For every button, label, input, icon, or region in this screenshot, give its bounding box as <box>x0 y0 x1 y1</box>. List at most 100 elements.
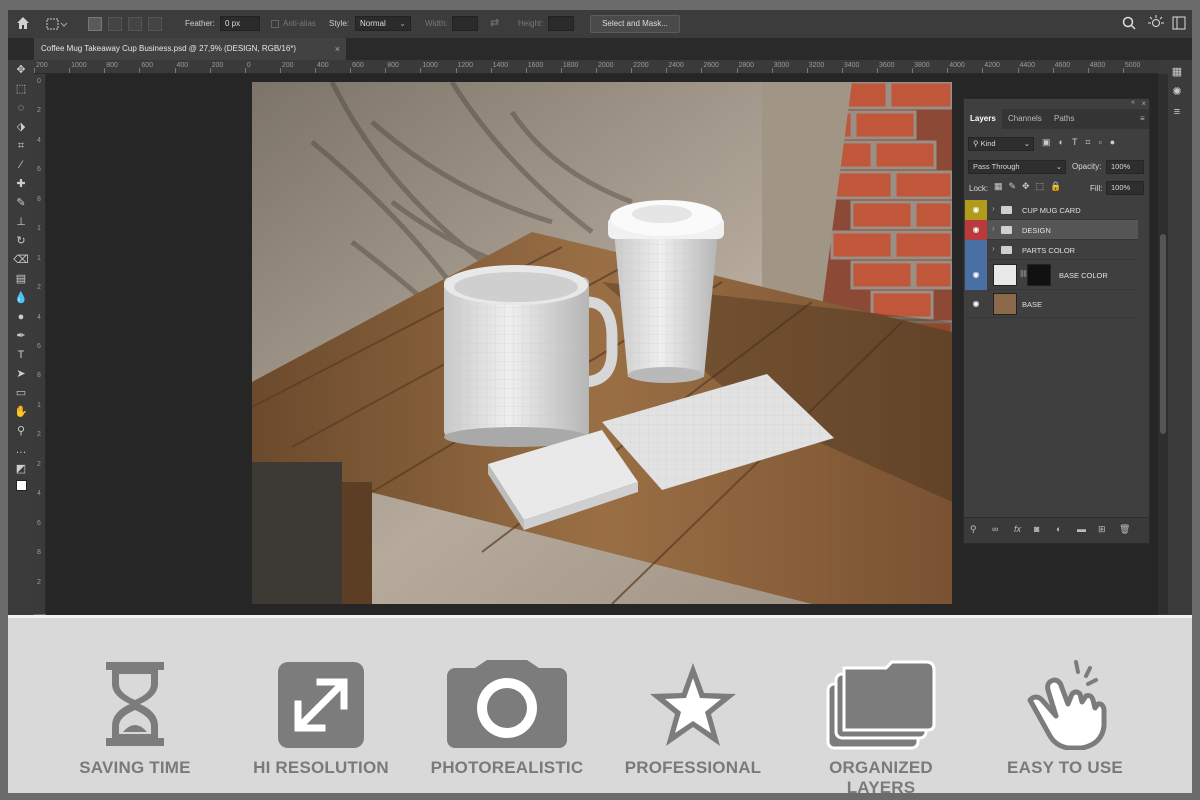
ruler-tick-label: 2 <box>37 460 41 468</box>
crop-tool-icon[interactable]: ⌗ <box>11 138 31 154</box>
layer-row-base[interactable]: ◉ BASE <box>965 290 1138 318</box>
folder-icon <box>1001 206 1012 214</box>
history-brush-icon[interactable]: ↻ <box>11 233 31 249</box>
default-colors-icon[interactable]: ◩ <box>11 461 31 477</box>
new-group-icon[interactable]: ▬ <box>1077 524 1086 534</box>
mug-mockup <box>444 265 618 447</box>
search-icon[interactable] <box>1122 16 1136 30</box>
ruler-tick-label: 800 <box>387 62 399 69</box>
workspace-icon[interactable] <box>1172 16 1186 30</box>
ruler-tick-label: 200 <box>281 62 294 69</box>
zoom-tool-icon[interactable]: ⚲ <box>11 423 31 439</box>
select-and-mask-button[interactable]: Select and Mask... <box>590 15 680 33</box>
layer-row-design[interactable]: ◉ › DESIGN <box>965 220 1138 240</box>
layer-filter-icons[interactable]: ▣◐T⌗▫● <box>1042 137 1142 151</box>
stamp-tool-icon[interactable]: ⊥ <box>11 214 31 230</box>
width-input[interactable] <box>452 16 478 31</box>
foreground-color-swatch[interactable] <box>11 480 31 496</box>
marquee-tool-icon[interactable]: ⬚ <box>11 81 31 97</box>
ruler-tick-label: 0 <box>246 62 251 69</box>
subtract-selection-button[interactable] <box>128 17 142 31</box>
fill-input[interactable]: 100% <box>1106 181 1144 195</box>
ruler-tick <box>736 68 738 73</box>
collapse-panel-icon[interactable]: « <box>1131 99 1135 106</box>
object-select-tool-icon[interactable]: ⬗ <box>11 119 31 135</box>
canvas-vertical-scrollbar[interactable] <box>1158 74 1168 614</box>
ruler-tick-label: 2400 <box>668 62 684 69</box>
chevron-right-icon[interactable]: › <box>992 224 995 233</box>
feature-saving-time: SAVING TIME <box>50 660 220 780</box>
feature-professional: PROFESSIONAL <box>608 660 778 780</box>
type-tool-icon[interactable]: T <box>11 347 31 363</box>
shape-tool-icon[interactable]: ▭ <box>11 385 31 401</box>
eyedropper-tool-icon[interactable]: ⁄ <box>11 157 31 173</box>
visibility-toggle-empty[interactable] <box>965 240 987 260</box>
hand-tool-icon[interactable]: ✋ <box>11 404 31 420</box>
close-icon[interactable]: × <box>335 38 340 60</box>
pen-tool-icon[interactable]: ✒ <box>11 328 31 344</box>
kind-filter-select[interactable]: ⚲ Kind ⌄ <box>968 137 1034 151</box>
fx-icon[interactable]: fx <box>1014 524 1021 534</box>
marquee-tool-preset-icon[interactable] <box>46 17 68 31</box>
document-tab[interactable]: Coffee Mug Takeaway Cup Business.psd @ 2… <box>34 38 346 60</box>
add-to-selection-button[interactable] <box>108 17 122 31</box>
eraser-tool-icon[interactable]: ⌫ <box>11 252 31 268</box>
options-bar: Feather: 0 px Anti-alias Style: Normal ⌄ … <box>8 10 1192 38</box>
add-mask-icon[interactable]: ◙ <box>1034 524 1039 534</box>
blur-tool-icon[interactable]: 💧 <box>11 290 31 306</box>
ruler-tick-label: 4 <box>37 136 41 144</box>
adjustment-layer-icon[interactable]: ◐ <box>1056 524 1061 534</box>
feature-hi-resolution: HI RESOLUTION <box>236 660 406 780</box>
more-tools-icon[interactable]: … <box>11 442 31 458</box>
ruler-tick-label: 8 <box>37 195 41 203</box>
chevron-right-icon[interactable]: › <box>992 244 995 253</box>
camera-icon <box>422 660 592 750</box>
intersect-selection-button[interactable] <box>148 17 162 31</box>
home-icon[interactable] <box>16 16 30 30</box>
height-input[interactable] <box>548 16 574 31</box>
new-selection-button[interactable] <box>88 17 102 31</box>
ruler-tick-label: 5000 <box>1124 62 1141 69</box>
blend-mode-select[interactable]: Pass Through ⌄ <box>968 160 1066 174</box>
chain-icon[interactable]: ∞ <box>992 524 998 534</box>
chevron-right-icon[interactable]: › <box>992 204 995 213</box>
healing-tool-icon[interactable]: ✚ <box>11 176 31 192</box>
ruler-tick <box>385 68 387 73</box>
layer-row-parts-color[interactable]: › PARTS COLOR <box>965 240 1138 260</box>
tab-channels[interactable]: Channels <box>1002 109 1048 129</box>
libraries-icon[interactable]: ≡ <box>1167 104 1187 120</box>
lock-icons[interactable]: ▦✎✥⬚🔒 <box>994 181 1067 192</box>
mockup-photo[interactable] <box>252 82 952 604</box>
layer-row-base-color[interactable]: ◉ ⛓ BASE COLOR <box>965 260 1138 290</box>
path-select-tool-icon[interactable]: ➤ <box>11 366 31 382</box>
brush-tool-icon[interactable]: ✎ <box>11 195 31 211</box>
visibility-eye-icon[interactable]: ◉ <box>965 220 987 240</box>
delete-layer-icon[interactable]: 🗑 <box>1119 524 1130 535</box>
dodge-tool-icon[interactable]: ● <box>11 309 31 325</box>
layer-row-cup-mug-card[interactable]: ◉ › CUP MUG CARD <box>965 200 1138 220</box>
antialias-checkbox[interactable]: Anti-alias <box>271 19 316 28</box>
style-select[interactable]: Normal ⌄ <box>355 16 411 31</box>
visibility-eye-icon[interactable]: ◉ <box>965 200 987 220</box>
gradient-tool-icon[interactable]: ▤ <box>11 271 31 287</box>
adjustments-icon[interactable]: ✺ <box>1167 84 1187 100</box>
visibility-eye-icon[interactable]: ◉ <box>965 290 987 318</box>
opacity-input[interactable]: 100% <box>1106 160 1144 174</box>
panel-close-icon[interactable]: × <box>1141 99 1146 108</box>
new-layer-icon[interactable]: ⊞ <box>1098 524 1106 535</box>
panel-menu-icon[interactable]: ≡ <box>1134 109 1151 129</box>
panel-grid-icon[interactable]: ▦ <box>1167 64 1187 80</box>
swap-icon[interactable]: ⇄ <box>490 16 499 29</box>
document-tab-title: Coffee Mug Takeaway Cup Business.psd @ 2… <box>41 44 297 53</box>
tab-layers[interactable]: Layers <box>964 109 1002 129</box>
feather-input[interactable]: 0 px <box>220 16 260 31</box>
visibility-eye-icon[interactable]: ◉ <box>965 260 987 290</box>
lasso-tool-icon[interactable]: ◌ <box>11 100 31 116</box>
discover-icon[interactable] <box>1148 15 1164 31</box>
link-layers-icon[interactable]: ⚲ <box>970 524 977 535</box>
move-tool-icon[interactable]: ✥ <box>11 62 31 78</box>
scrollbar-thumb[interactable] <box>1160 234 1166 434</box>
ruler-tick <box>806 68 808 73</box>
tab-paths[interactable]: Paths <box>1048 109 1080 129</box>
layer-mask-thumbnail[interactable] <box>1027 264 1051 286</box>
